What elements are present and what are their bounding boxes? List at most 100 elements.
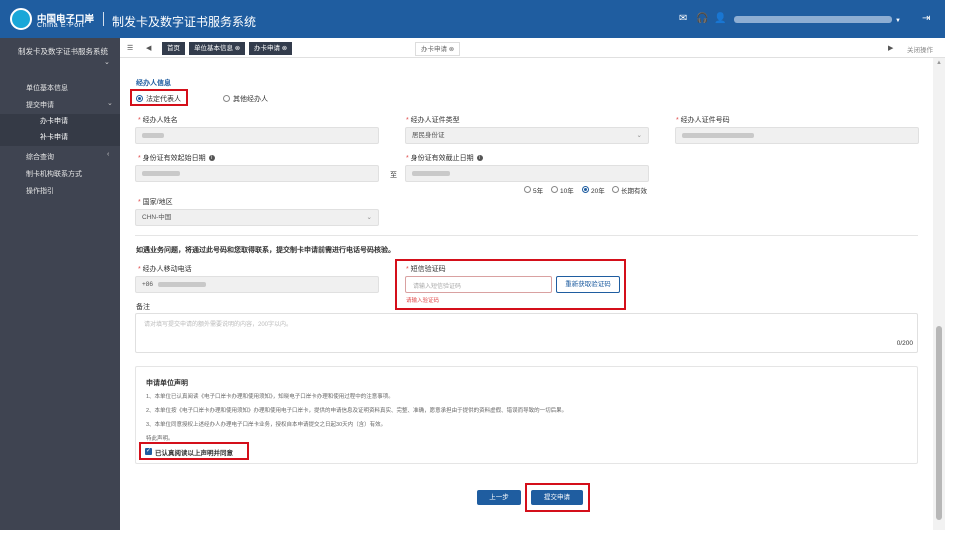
radio-other-handler-label: 其他经办人	[233, 96, 268, 103]
agree-checkbox[interactable]: ✓	[145, 448, 152, 455]
remark-textarea[interactable]: 请对填写提交申请的额外需要说明的内容，200字以内。 0/200	[135, 313, 918, 353]
idno-field[interactable]	[675, 127, 919, 144]
tab-bar: ☰ ◀ 首页 单位基本信息 ⊗ 办卡申请 ⊗ 办卡申请 ⊗ ▶ 关闭操作	[120, 38, 945, 58]
declaration-line-3: 3、本单位同意授权上述经办人办理电子口岸卡业务，授权自本申请提交之日起30天内（…	[146, 422, 387, 428]
logo-divider	[103, 12, 104, 26]
submit-application-button[interactable]: 提交申请	[531, 490, 583, 505]
redacted-value	[158, 281, 207, 287]
user-icon[interactable]: 👤	[714, 14, 726, 24]
phone-field[interactable]: +86	[135, 276, 379, 293]
prev-step-button[interactable]: 上一步	[477, 490, 521, 505]
idtype-label: * 经办人证件类型	[406, 115, 460, 125]
right-margin	[945, 0, 967, 544]
validity-label-20y: 20年	[591, 188, 605, 195]
redacted-value	[142, 170, 180, 176]
name-label: * 经办人姓名	[138, 115, 178, 125]
region-label: * 国家/地区	[138, 197, 173, 207]
sms-code-input[interactable]: 请输入短信验证码	[405, 276, 552, 293]
agree-label: 已认真阅读以上声明并同意	[155, 450, 233, 457]
top-header: 中国电子口岸 China E-Port 制发卡及数字证书服务系统 ✉ 🎧 👤 ▼…	[0, 0, 945, 38]
remark-char-count: 0/200	[896, 340, 913, 347]
phone-prefix: +86	[142, 281, 154, 288]
sidebar-item-unit-info[interactable]: 单位基本信息	[26, 83, 68, 93]
logo-text-en: China E-Port	[37, 22, 85, 29]
user-name-redacted[interactable]	[734, 16, 892, 23]
region-label-text: 国家/地区	[142, 199, 173, 206]
date-to-text: 至	[390, 172, 397, 179]
sidebar-title: 制发卡及数字证书服务系统	[18, 47, 108, 56]
redacted-value	[142, 132, 164, 138]
chevron-down-icon[interactable]: ⌄	[104, 58, 110, 66]
declaration-title: 申请单位声明	[146, 380, 188, 387]
tab-label: 办卡申请	[254, 45, 280, 52]
remark-label: 备注	[136, 304, 150, 311]
declaration-line-2: 2、本单位按《电子口岸卡办理和使用须知》办理和使用电子口岸卡，提供的申请信息及证…	[146, 408, 568, 414]
declaration-line-1: 1、本单位已认真阅读《电子口岸卡办理和使用须知》，知晓电子口岸卡办理和使用过程中…	[146, 394, 394, 400]
tab-card-apply[interactable]: 办卡申请 ⊗	[249, 42, 293, 55]
chevron-down-icon: ⌄	[366, 214, 372, 221]
idno-label-text: 经办人证件号码	[680, 117, 730, 124]
idtype-label-text: 经办人证件类型	[410, 117, 460, 124]
sms-placeholder: 请输入短信验证码	[413, 284, 462, 290]
tab-scroll-right-icon[interactable]: ▶	[888, 44, 893, 52]
start-date-label-text: 身份证有效起始日期	[142, 155, 206, 162]
sidebar-item-card-apply[interactable]: 办卡申请	[0, 114, 120, 130]
declaration-panel	[135, 366, 918, 464]
start-date-field[interactable]	[135, 165, 379, 182]
tab-home[interactable]: 首页	[162, 42, 185, 55]
menu-icon[interactable]: ☰	[127, 44, 133, 52]
region-select[interactable]: CHN-中国 ⌄	[135, 209, 379, 226]
idno-label: * 经办人证件号码	[676, 115, 730, 125]
chevron-left-icon[interactable]: ‹	[107, 151, 109, 158]
validity-radio-permanent[interactable]	[612, 186, 619, 193]
end-date-field[interactable]	[405, 165, 649, 182]
remark-placeholder: 请对填写提交申请的额外需要说明的内容，200字以内。	[144, 322, 293, 328]
sms-error-message: 请输入验证码	[406, 298, 440, 304]
mail-icon[interactable]: ✉	[679, 14, 687, 24]
name-label-text: 经办人姓名	[142, 117, 178, 124]
close-operations-menu[interactable]: 关闭操作	[907, 44, 933, 54]
end-date-label-text: 身份证有效截止日期	[410, 155, 474, 162]
tab-scroll-left-icon[interactable]: ◀	[146, 44, 151, 52]
tab-unit-info[interactable]: 单位基本信息 ⊗	[189, 42, 246, 55]
divider	[135, 235, 918, 236]
info-icon[interactable]: i	[208, 155, 215, 162]
validity-label-5y: 5年	[533, 188, 544, 195]
idtype-select[interactable]: 居民身份证 ⌄	[405, 127, 649, 144]
resend-code-button[interactable]: 重新获取验证码	[556, 276, 620, 293]
headset-icon[interactable]: 🎧	[696, 14, 708, 24]
sidebar-item-card-reissue[interactable]: 补卡申请	[0, 130, 120, 146]
redacted-value	[412, 170, 450, 176]
logout-icon[interactable]: ⇥	[922, 14, 930, 24]
app-title: 制发卡及数字证书服务系统	[112, 15, 257, 29]
validity-radio-20y[interactable]	[582, 186, 589, 193]
region-value: CHN-中国	[142, 214, 172, 221]
section-title-handler: 经办人信息	[136, 80, 171, 87]
phone-label: * 经办人移动电话	[138, 264, 192, 274]
validity-radio-5y[interactable]	[524, 186, 531, 193]
sidebar-item-contact[interactable]: 制卡机构联系方式	[26, 169, 82, 179]
start-date-label: * 身份证有效起始日期 i	[138, 153, 215, 163]
radio-legal-rep[interactable]	[136, 95, 143, 102]
chevron-down-icon[interactable]: ⌄	[107, 99, 113, 107]
scrollbar-thumb[interactable]	[936, 326, 942, 520]
sms-label: * 短信验证码	[406, 264, 446, 274]
scroll-up-icon[interactable]: ▲	[936, 60, 942, 66]
end-date-label: * 身份证有效截止日期 i	[406, 153, 483, 163]
tab-card-apply-active[interactable]: 办卡申请 ⊗	[415, 42, 461, 56]
phone-label-text: 经办人移动电话	[142, 266, 192, 273]
redacted-value	[682, 132, 754, 138]
name-field[interactable]	[135, 127, 379, 144]
validity-radio-10y[interactable]	[551, 186, 558, 193]
sidebar-item-query[interactable]: 综合查询	[26, 152, 54, 162]
declaration-line-4: 特此声明。	[146, 436, 174, 442]
sidebar-item-guide[interactable]: 操作指引	[26, 186, 54, 196]
sidebar-item-submit[interactable]: 提交申请	[26, 100, 54, 110]
tab-label: 单位基本信息	[194, 45, 233, 52]
sidebar: 制发卡及数字证书服务系统 ⌄ 单位基本信息 提交申请 ⌄ 办卡申请 补卡申请 综…	[0, 38, 120, 530]
sms-label-text: 短信验证码	[410, 266, 446, 273]
radio-other-handler[interactable]	[223, 95, 230, 102]
chevron-down-icon[interactable]: ▼	[895, 16, 901, 26]
info-icon[interactable]: i	[476, 155, 483, 162]
radio-legal-rep-label: 法定代表人	[146, 96, 181, 103]
